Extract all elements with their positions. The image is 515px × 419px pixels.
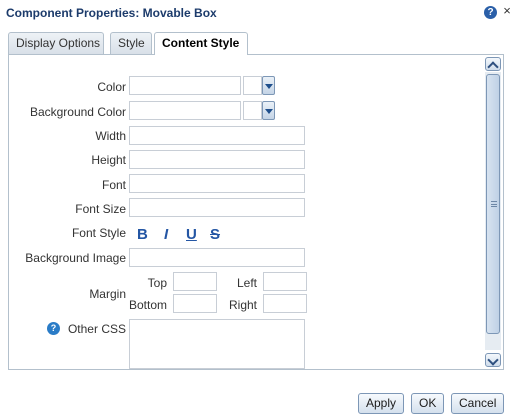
help-icon[interactable]: ?	[484, 6, 497, 19]
other-css-help-icon[interactable]: ?	[47, 322, 60, 335]
height-label: Height	[91, 153, 126, 167]
background-color-input[interactable]	[129, 101, 241, 120]
scrollbar-grip-icon	[491, 201, 497, 207]
font-input[interactable]	[129, 174, 305, 193]
background-image-input[interactable]	[129, 248, 305, 267]
scroll-down-icon[interactable]	[485, 353, 501, 367]
component-properties-dialog: Component Properties: Movable Box ? × Di…	[0, 0, 515, 419]
margin-right-label: Right	[228, 298, 257, 312]
width-input[interactable]	[129, 126, 305, 145]
close-icon[interactable]: ×	[501, 4, 513, 18]
margin-top-label: Top	[147, 276, 167, 290]
ok-button[interactable]: OK	[411, 393, 445, 414]
apply-button[interactable]: Apply	[358, 393, 405, 414]
tab-style[interactable]: Style	[110, 32, 152, 54]
font-label: Font	[101, 178, 126, 192]
margin-left-input[interactable]	[263, 272, 307, 291]
other-css-textarea[interactable]	[129, 319, 305, 369]
margin-bottom-input[interactable]	[173, 294, 217, 313]
vertical-scrollbar[interactable]	[485, 57, 501, 367]
height-input[interactable]	[129, 150, 305, 169]
color-input[interactable]	[129, 76, 241, 95]
width-label: Width	[95, 129, 126, 143]
cancel-button[interactable]: Cancel	[451, 393, 505, 414]
margin-right-input[interactable]	[263, 294, 307, 313]
scroll-up-icon[interactable]	[485, 57, 501, 71]
background-color-dropdown-icon[interactable]	[262, 101, 275, 120]
scrollbar-thumb[interactable]	[486, 74, 500, 334]
font-size-input[interactable]	[129, 198, 305, 217]
background-image-label: Background Image	[25, 251, 126, 265]
other-css-label: Other CSS	[67, 322, 126, 336]
tab-content-style[interactable]: Content Style	[154, 32, 248, 55]
margin-top-input[interactable]	[173, 272, 217, 291]
underline-icon[interactable]: U	[186, 226, 197, 243]
content-style-panel: Color Background Color Width Height Font…	[8, 54, 504, 370]
tab-display-options[interactable]: Display Options	[8, 32, 104, 54]
font-style-label: Font Style	[71, 226, 126, 240]
dialog-title: Component Properties: Movable Box	[6, 6, 217, 20]
color-dropdown-icon[interactable]	[262, 76, 275, 95]
strikethrough-icon[interactable]: S	[210, 226, 220, 243]
background-color-label: Background Color	[29, 105, 126, 119]
background-color-swatch[interactable]	[243, 101, 262, 120]
font-size-label: Font Size	[75, 202, 126, 216]
bold-icon[interactable]: B	[137, 226, 148, 243]
color-swatch[interactable]	[243, 76, 262, 95]
margin-label: Margin	[89, 287, 126, 301]
margin-left-label: Left	[236, 276, 257, 290]
italic-icon[interactable]: I	[164, 226, 168, 243]
color-label: Color	[97, 80, 126, 94]
dialog-titlebar: Component Properties: Movable Box ? ×	[0, 0, 515, 26]
margin-bottom-label: Bottom	[128, 298, 167, 312]
